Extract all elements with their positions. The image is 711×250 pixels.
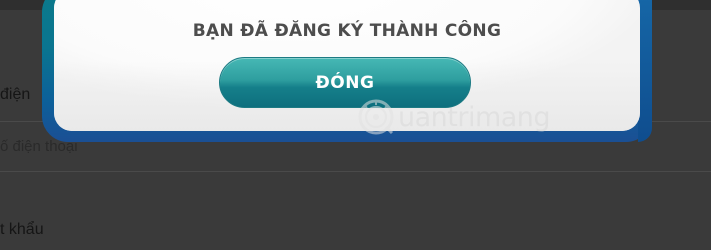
watermark-text: uantrimang <box>398 101 551 133</box>
phone-field-label: điện <box>0 86 31 103</box>
quantrimang-logo-icon <box>358 99 394 135</box>
password-field-label: t khẩu <box>0 221 44 238</box>
watermark: uantrimang <box>356 95 551 139</box>
divider <box>0 171 711 172</box>
dialog-title: BẠN ĐÃ ĐĂNG KÝ THÀNH CÔNG <box>192 21 502 41</box>
